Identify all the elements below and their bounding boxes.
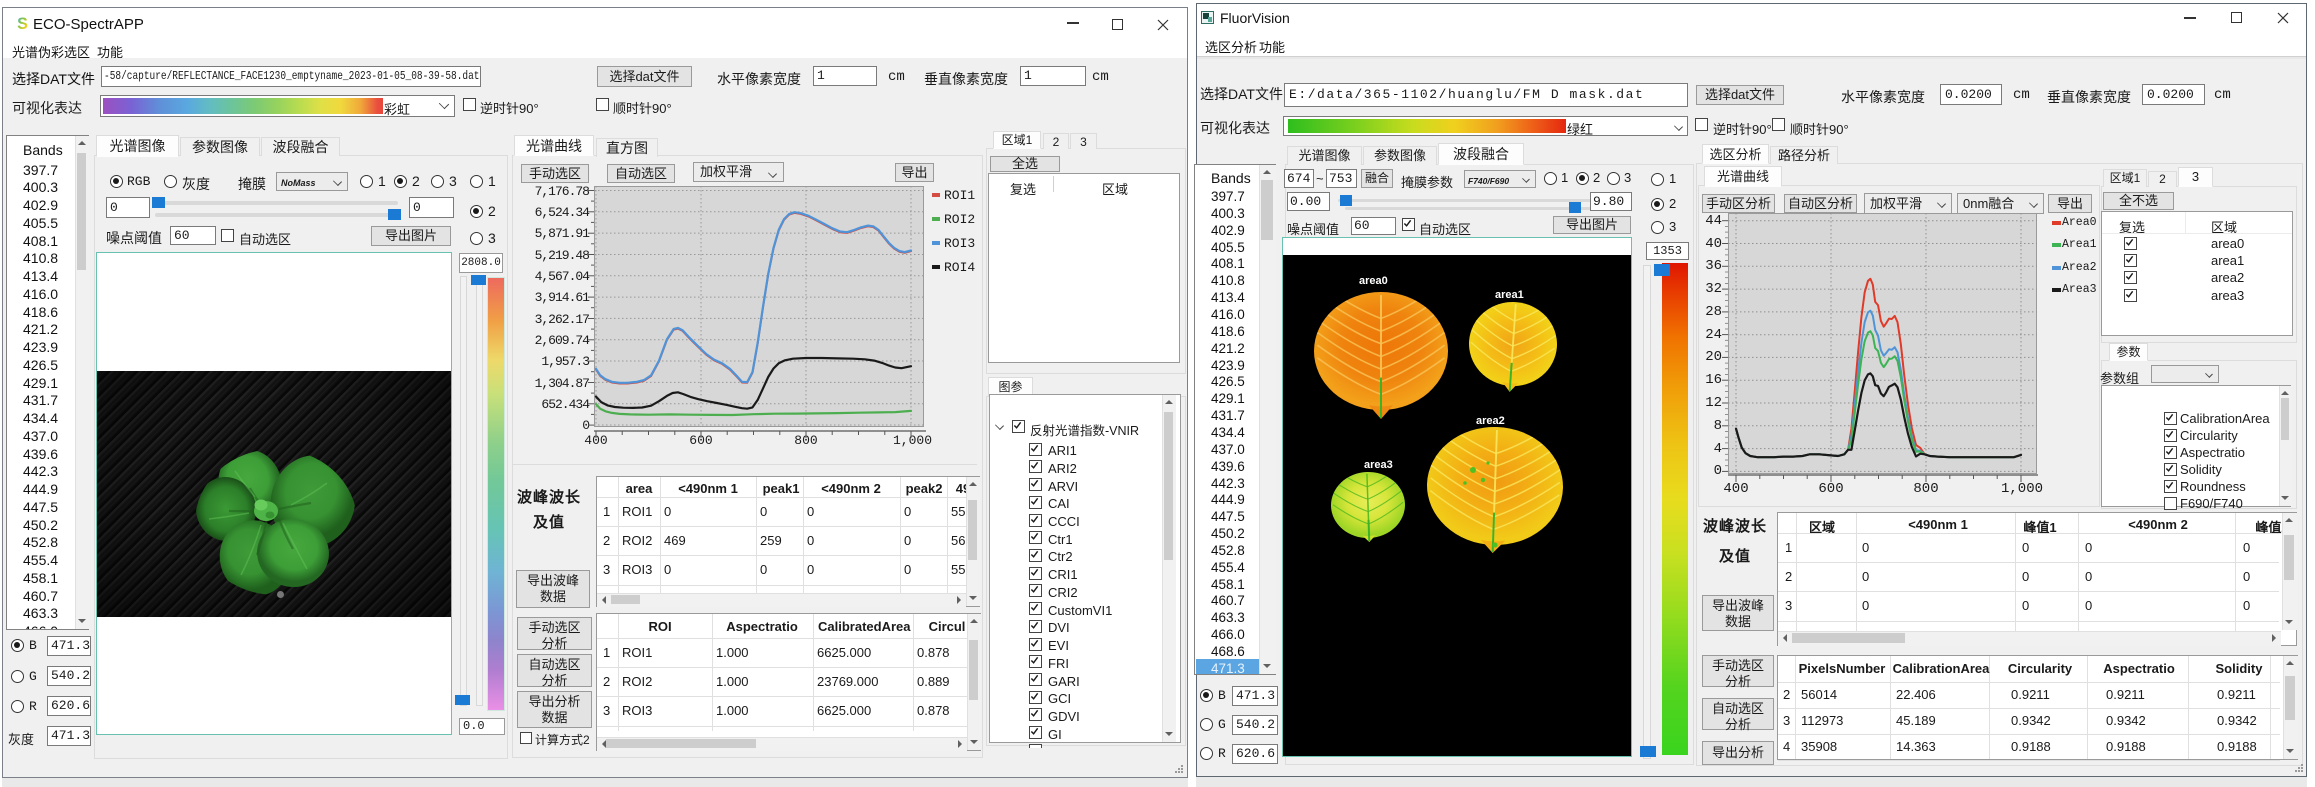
svg-text:area2: area2 — [1476, 415, 1505, 427]
svg-text:S: S — [17, 15, 28, 32]
svg-text:area0: area0 — [1359, 275, 1388, 287]
svg-text:area1: area1 — [1495, 289, 1524, 301]
svg-text:area3: area3 — [1364, 459, 1393, 471]
